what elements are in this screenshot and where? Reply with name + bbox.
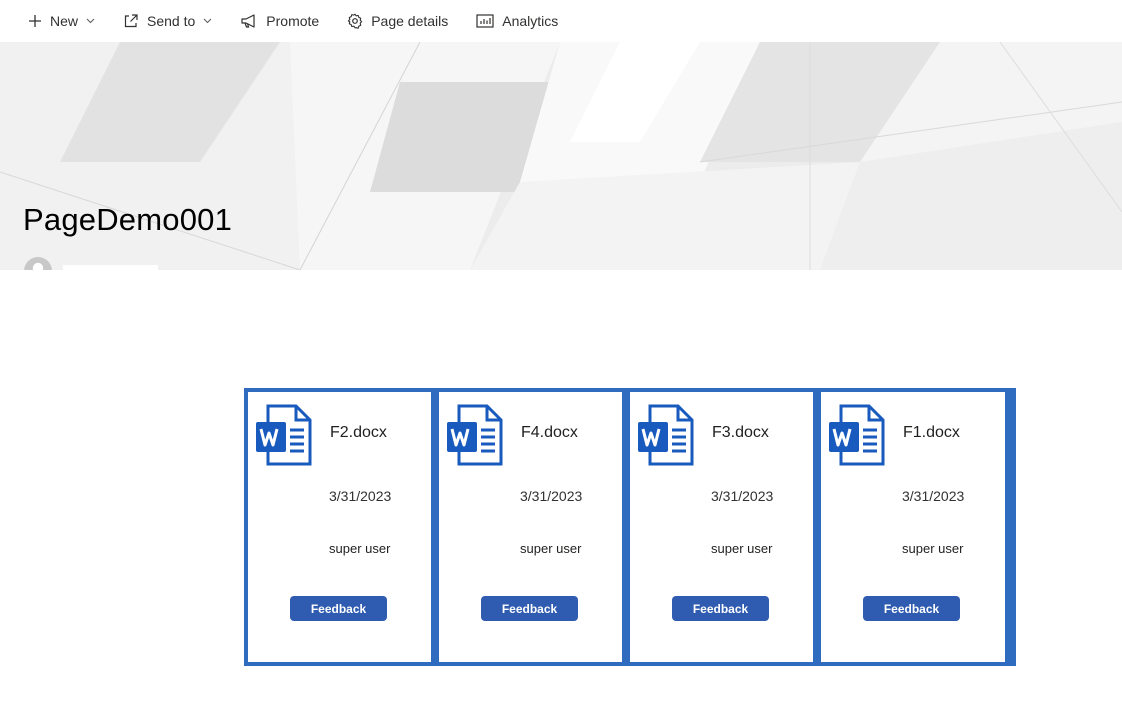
word-doc-icon [636,404,698,471]
document-cards-container: F2.docx 3/31/2023 super user Feedback F4… [244,388,1016,666]
document-card[interactable]: F4.docx 3/31/2023 super user Feedback [439,392,622,662]
author-name-redacted [63,265,158,270]
hero-banner: PageDemo001 [0,42,1122,270]
author-avatar[interactable] [24,257,52,270]
file-author: super user [711,541,773,556]
file-date: 3/31/2023 [711,488,774,504]
feedback-button[interactable]: Feedback [672,596,769,621]
file-date: 3/31/2023 [520,488,583,504]
analytics-label: Analytics [502,13,559,29]
person-icon [24,257,52,270]
document-card[interactable]: F2.docx 3/31/2023 super user Feedback [248,392,431,662]
chevron-down-icon [86,18,95,24]
document-card[interactable]: F1.docx 3/31/2023 super user Feedback [821,392,1005,662]
promote-button[interactable]: Promote [232,4,327,38]
file-name[interactable]: F1.docx [903,424,960,442]
word-doc-icon [827,404,889,471]
file-author: super user [329,541,391,556]
command-bar: New Send to Promote Page details Analyti… [0,0,1122,42]
page-details-label: Page details [371,13,449,29]
file-name[interactable]: F2.docx [330,424,387,442]
word-doc-icon [445,404,507,471]
file-author: super user [520,541,582,556]
file-date: 3/31/2023 [329,488,392,504]
page-details-button[interactable]: Page details [339,4,456,38]
analytics-button[interactable]: Analytics [468,4,566,38]
file-name[interactable]: F3.docx [712,424,769,442]
file-date: 3/31/2023 [902,488,965,504]
feedback-button[interactable]: Feedback [481,596,578,621]
feedback-button[interactable]: Feedback [863,596,960,621]
gear-icon [347,13,363,29]
file-author: super user [902,541,964,556]
page-title: PageDemo001 [23,202,233,237]
new-button[interactable]: New [20,4,103,38]
send-to-label: Send to [147,13,196,29]
document-card[interactable]: F3.docx 3/31/2023 super user Feedback [630,392,813,662]
send-to-button[interactable]: Send to [115,4,220,38]
word-doc-icon [254,404,316,471]
analytics-icon [476,14,494,28]
chevron-down-icon [203,18,212,24]
new-label: New [50,13,79,29]
feedback-button[interactable]: Feedback [290,596,387,621]
promote-label: Promote [266,13,320,29]
megaphone-icon [240,13,258,29]
plus-icon [28,14,42,28]
file-name[interactable]: F4.docx [521,424,578,442]
share-icon [123,13,139,29]
